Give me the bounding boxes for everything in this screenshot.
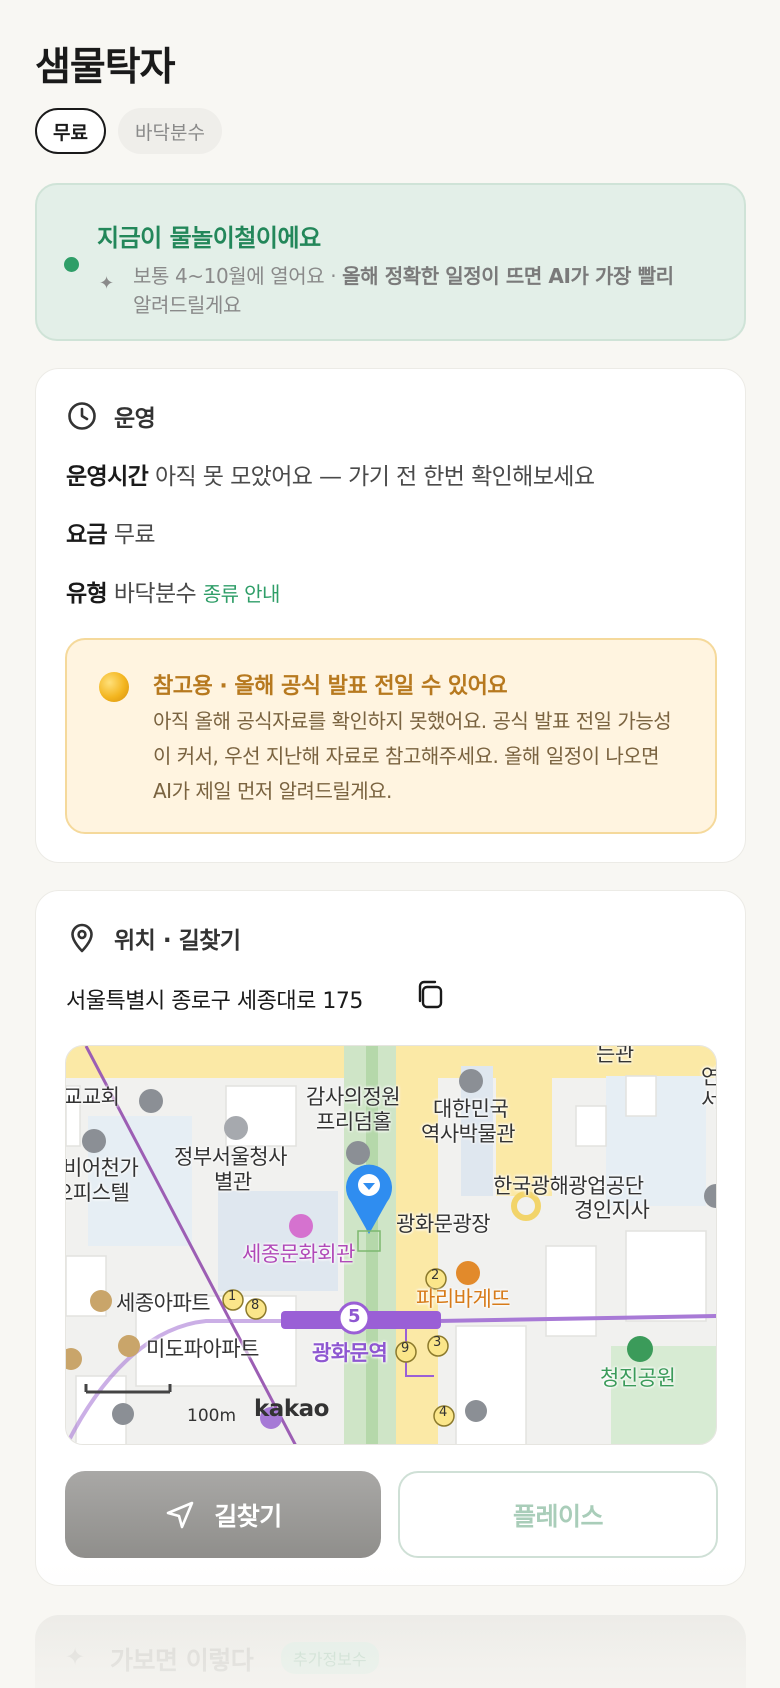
type-label: 유형 (66, 581, 108, 607)
map-label-plaza: 광화문광장 (396, 1212, 491, 1236)
hours-row: 운영시간 아직 못 모았어요 — 가기 전 한번 확인해보세요 (66, 457, 595, 491)
sparkle-icon: ✦ (99, 273, 115, 294)
address-text: 서울특별시 종로구 세종대로 175 (66, 989, 363, 1014)
map-label-edge-2: 서 (701, 1084, 716, 1114)
route-button-label: 길찾기 (214, 1501, 282, 1531)
exit-4-badge: 4 (439, 1405, 447, 1420)
notice-title: 참고용 · 올해 공식 발표 전일 수 있어요 (153, 674, 508, 699)
map-scale-label: 100m (187, 1406, 237, 1426)
map-label-top-right: 는관 (596, 1045, 634, 1066)
location-card: 위치 · 길찾기 서울특별시 종로구 세종대로 175 교교회 감사의정원 프리… (35, 890, 746, 1586)
map-label-kosmo-2: 경인지사 (574, 1198, 650, 1222)
operation-header: 운영 (66, 399, 156, 433)
location-pin-icon (71, 923, 93, 953)
subway-line-badge: 5 (348, 1306, 361, 1327)
season-description: 보통 4~10월에 열어요 · 올해 정확한 일정이 뜨면 AI가 가장 빨리 … (133, 262, 733, 320)
route-button[interactable]: 길찾기 (65, 1471, 381, 1558)
map-label-station: 광화문역 (312, 1341, 388, 1365)
map-label-mido-apt: 미도파아파트 (146, 1337, 259, 1361)
fee-label: 요금 (66, 522, 108, 548)
sparkle-icon: ✦ (65, 1643, 86, 1671)
hours-label: 운영시간 (66, 464, 149, 490)
map-label-church: 교교회 (65, 1085, 120, 1109)
reference-notice: 참고용 · 올해 공식 발표 전일 수 있어요 아직 올해 공식자료를 확인하지… (65, 638, 717, 834)
map-label-gov-2: 별관 (214, 1170, 252, 1194)
exit-2-badge: 2 (431, 1268, 439, 1283)
page-title: 샘물탁자 (35, 45, 176, 90)
fee-value: 무료 (113, 522, 156, 548)
notice-body: 아직 올해 공식자료를 확인하지 못했어요. 공식 발표 전일 가능성이 커서,… (153, 709, 672, 803)
next-section-card: ✦ 가보면 이렇다 추가정보수 (35, 1615, 746, 1688)
map-label-paris: 파리바게뜨 (416, 1287, 511, 1311)
next-section-badge: 추가정보수 (281, 1642, 379, 1674)
chip-fee[interactable]: 무료 (35, 108, 106, 154)
exit-3-badge: 3 (433, 1335, 441, 1350)
map-label-museum-2: 역사박물관 (421, 1122, 516, 1146)
operation-card: 운영 운영시간 아직 못 모았어요 — 가기 전 한번 확인해보세요 요금 무료… (35, 368, 746, 863)
map-label-platform: 프리덤홀 (316, 1110, 392, 1134)
next-section-title: 가보면 이렇다 (110, 1646, 254, 1675)
exit-1-badge: 1 (228, 1289, 236, 1304)
season-desc-tail: 알려드릴게요 (133, 293, 241, 317)
map-label-sejong-apt: 세종아파트 (116, 1291, 211, 1315)
location-header: 위치 · 길찾기 (66, 921, 241, 955)
exit-8-badge: 8 (251, 1298, 259, 1313)
operation-heading: 운영 (114, 406, 156, 432)
exit-9-badge: 9 (401, 1341, 409, 1356)
type-value: 바닥분수 (113, 581, 197, 607)
type-guide-link[interactable]: 종류 안내 (203, 582, 281, 606)
hours-value: 아직 못 모았어요 — 가기 전 한번 확인해보세요 (154, 464, 595, 490)
season-banner: 지금이 물놀이철이에요 ✦ 보통 4~10월에 열어요 · 올해 정확한 일정이… (35, 183, 746, 341)
chip-type[interactable]: 바닥분수 (118, 108, 222, 154)
navigation-arrow-icon (166, 1501, 194, 1528)
status-dot-icon (64, 257, 79, 272)
location-heading: 위치 · 길찾기 (114, 928, 241, 954)
season-title: 지금이 물놀이철이에요 (97, 224, 321, 252)
season-desc-plain: 보통 4~10월에 열어요 · (133, 264, 343, 288)
app-screen: 샘물탁자 무료 바닥분수 지금이 물놀이철이에요 ✦ 보통 4~10월에 열어요… (0, 0, 780, 1688)
map-label-cheongjin: 청진공원 (600, 1366, 676, 1390)
place-button-label: 플레이스 (512, 1501, 604, 1531)
map-view[interactable]: 교교회 감사의정원 프리덤홀 대한민국 역사박물관 정부서울청사 별관 비어천가… (65, 1045, 717, 1445)
map-brand-logo: kakao (254, 1396, 329, 1422)
map-label-beer-2: 오피스텔 (66, 1181, 130, 1205)
map-label-sejong-center: 세종문화회관 (242, 1242, 355, 1266)
place-button[interactable]: 플레이스 (398, 1471, 718, 1558)
warning-dot-icon (99, 672, 129, 702)
type-row: 유형 바닥분수 종류 안내 (66, 574, 280, 608)
clock-icon (68, 402, 96, 430)
season-desc-bold: 올해 정확한 일정이 뜨면 AI가 가장 빨리 (342, 264, 674, 288)
copy-icon[interactable] (413, 977, 449, 1013)
fee-row: 요금 무료 (66, 515, 156, 549)
